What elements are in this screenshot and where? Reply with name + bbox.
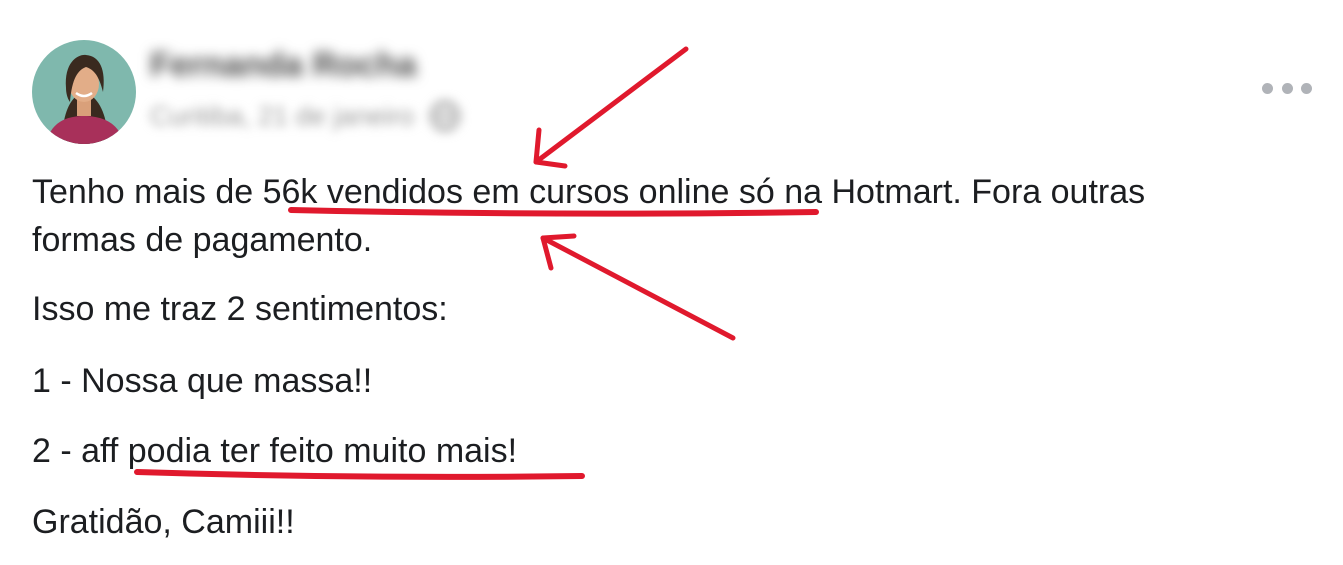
more-options-button[interactable] [1262,78,1312,98]
avatar[interactable] [32,40,136,144]
arrow-top-head-icon [533,127,568,169]
underline-regret [134,469,585,480]
post-text-line: 1 - Nossa que massa!! [32,362,373,400]
globe-icon [428,99,462,133]
arrow-top [533,46,689,165]
highlighted-text-sales: 56k vendidos em cursos online [262,173,730,211]
post-text: 2 - aff [32,432,128,470]
post-text-line: Gratidão, Camiii!! [32,503,295,541]
post-text-line: formas de pagamento. [32,221,373,259]
post-text-line: 2 - aff podia ter feito muito mais! [32,431,517,471]
post-text: só na Hotmart. Fora outras [729,173,1146,211]
avatar-photo [32,40,136,144]
post-text-line: Isso me traz 2 sentimentos: [32,290,448,328]
arrow-bottom-head-icon [540,233,577,271]
post-text-line: Tenho mais de 56k vendidos em cursos onl… [32,172,1145,212]
author-name[interactable]: Fernanda Rocha [150,46,416,85]
arrow-bottom [540,235,736,341]
facebook-post: Fernanda Rocha Curitiba, 21 de janeiro T… [0,0,1343,565]
highlighted-text-regret: podia ter feito muito mais! [127,432,518,470]
post-location-date[interactable]: Curitiba, 21 de janeiro [150,101,414,132]
more-options-icon [1262,82,1273,94]
post-meta: Curitiba, 21 de janeiro [150,98,462,134]
post-text: Tenho mais de [32,173,263,211]
